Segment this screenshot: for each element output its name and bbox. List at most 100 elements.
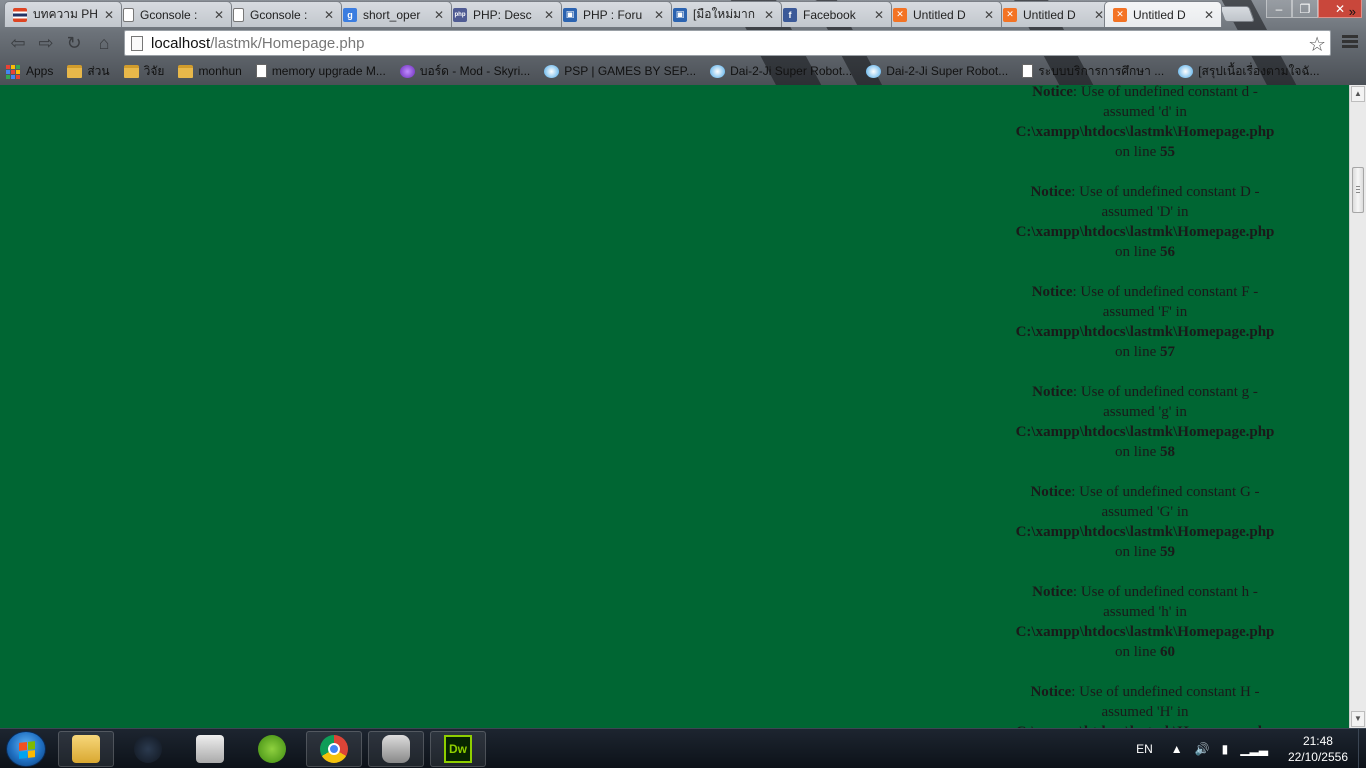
back-icon[interactable]: ⇦ xyxy=(6,32,30,54)
windows-logo-icon xyxy=(19,741,35,759)
close-tab-icon[interactable]: ✕ xyxy=(103,8,115,22)
notice-line-prefix: on line xyxy=(1115,544,1157,560)
bookmark-label: memory upgrade M... xyxy=(271,64,386,78)
close-tab-icon[interactable]: ✕ xyxy=(213,8,225,22)
tab-title: Facebook xyxy=(803,7,856,22)
bookmark-label: ระบบบริการการศึกษา ... xyxy=(1038,63,1165,78)
new-tab-button[interactable] xyxy=(1219,6,1255,22)
notice-file-path: C:\xampp\htdocs\lastmk\Homepage.php xyxy=(1015,424,1275,440)
reload-icon[interactable]: ↻ xyxy=(62,32,86,54)
chrome-icon xyxy=(320,735,348,763)
battery-icon[interactable]: ▮ xyxy=(1222,742,1229,756)
taskbar-item-dreamweaver[interactable]: Dw xyxy=(430,731,486,767)
forum-icon: ▣ xyxy=(563,7,577,22)
notice-label: Notice xyxy=(1031,284,1073,300)
php-notice: Notice: Use of undefined constant F - as… xyxy=(1005,282,1285,362)
php-notice: Notice: Use of undefined constant d - as… xyxy=(1005,85,1285,162)
minimize-icon[interactable]: – xyxy=(1266,0,1292,18)
tab-7[interactable]: f Facebook ✕ xyxy=(774,1,892,27)
tab-6[interactable]: ▣ [มือใหม่มาก ✕ xyxy=(664,1,782,27)
bookmark-star-icon[interactable]: ☆ xyxy=(1308,32,1326,57)
close-tab-icon[interactable]: ✕ xyxy=(543,8,555,22)
bookmark-2[interactable]: วิจัย xyxy=(123,62,164,81)
taskbar-item-media-player-classic[interactable] xyxy=(182,731,238,767)
address-bar[interactable]: localhost/lastmk/Homepage.php ☆ xyxy=(124,30,1331,56)
notice-file-path: C:\xampp\htdocs\lastmk\Homepage.php xyxy=(1015,624,1275,640)
bookmark-5[interactable]: บอร์ด - Mod - Skyri... xyxy=(399,62,530,81)
taskbar-item-chrome[interactable] xyxy=(306,731,362,767)
close-tab-icon[interactable]: ✕ xyxy=(653,8,665,22)
bookmark-10[interactable]: [สรุปเนื้อเรื่องตามใจฉั... xyxy=(1178,62,1320,81)
snowflake-icon xyxy=(866,64,882,78)
taskbar-item-utorrent[interactable] xyxy=(244,731,300,767)
home-icon[interactable]: ⌂ xyxy=(92,32,116,54)
forum-icon: ▣ xyxy=(673,7,687,22)
tray-expand-icon[interactable]: ▲ xyxy=(1171,742,1183,756)
close-tab-icon[interactable]: ✕ xyxy=(873,8,885,22)
php-notice: Notice: Use of undefined constant h - as… xyxy=(1005,582,1285,662)
tab-0[interactable]: บทความ PH ✕ xyxy=(4,1,122,27)
bookmark-6[interactable]: PSP | GAMES BY SEP... xyxy=(544,64,696,78)
close-tab-icon[interactable]: ✕ xyxy=(763,8,775,22)
close-tab-icon[interactable]: ✕ xyxy=(983,8,995,22)
scroll-down-icon[interactable]: ▼ xyxy=(1351,711,1365,727)
show-desktop-button[interactable] xyxy=(1358,729,1366,768)
bookmark-label: monhun xyxy=(198,64,242,78)
php-icon: php xyxy=(453,7,467,22)
tab-9[interactable]: ✕ Untitled D ✕ xyxy=(994,1,1112,27)
notice-file-path: C:\xampp\htdocs\lastmk\Homepage.php xyxy=(1015,124,1275,140)
tab-1[interactable]: Gconsole : ✕ xyxy=(114,1,232,27)
tab-4[interactable]: php PHP: Desc ✕ xyxy=(444,1,562,27)
tab-10[interactable]: ✕ Untitled D ✕ xyxy=(1104,1,1222,27)
forward-icon[interactable]: ⇨ xyxy=(34,32,58,54)
bookmark-8[interactable]: Dai-2-Ji Super Robot... xyxy=(866,64,1008,78)
close-tab-icon[interactable]: ✕ xyxy=(433,8,445,22)
tab-title: PHP: Desc xyxy=(473,7,532,22)
bookmark-1[interactable]: ส่วน xyxy=(67,62,110,81)
restore-icon[interactable]: ❐ xyxy=(1292,0,1318,18)
clock-date: 22/10/2556 xyxy=(1287,750,1348,764)
notice-line-prefix: on line xyxy=(1115,444,1157,460)
bookmark-7[interactable]: Dai-2-Ji Super Robot... xyxy=(710,64,852,78)
scrollbar-thumb[interactable] xyxy=(1352,167,1364,213)
taskbar-item-steam[interactable] xyxy=(120,731,176,767)
google-icon: g xyxy=(343,7,357,22)
taskbar-item-gamepad[interactable] xyxy=(368,731,424,767)
bookmark-4[interactable]: memory upgrade M... xyxy=(255,64,386,78)
scroll-up-icon[interactable]: ▲ xyxy=(1351,86,1365,102)
clock[interactable]: 21:48 22/10/2556 xyxy=(1288,733,1348,765)
php-notice: Notice: Use of undefined constant H - as… xyxy=(1005,682,1285,728)
language-indicator[interactable]: EN xyxy=(1136,742,1153,756)
bookmark-9[interactable]: ระบบบริการการศึกษา ... xyxy=(1022,62,1164,81)
close-tab-icon[interactable]: ✕ xyxy=(1203,8,1215,22)
bookmarks-overflow-icon[interactable]: » xyxy=(1349,4,1356,19)
bookmark-0[interactable]: Apps xyxy=(6,64,53,79)
page-viewport: Notice: Use of undefined constant d - as… xyxy=(0,85,1349,728)
network-signal-icon[interactable]: ▁▂▃ xyxy=(1240,742,1268,756)
chrome-menu-icon[interactable] xyxy=(1342,33,1358,51)
dreamweaver-icon: Dw xyxy=(444,735,472,763)
notice-label: Notice xyxy=(1030,684,1072,700)
close-tab-icon[interactable]: ✕ xyxy=(323,8,335,22)
system-tray: EN ▲ 🔊 ▮ ▁▂▃ 21:48 22/10/2556 xyxy=(1136,729,1356,768)
notice-file-path: C:\xampp\htdocs\lastmk\Homepage.php xyxy=(1015,524,1275,540)
tab-3[interactable]: g short_oper ✕ xyxy=(334,1,452,27)
php-notice: Notice: Use of undefined constant g - as… xyxy=(1005,382,1285,462)
thai-flag-icon xyxy=(13,7,27,22)
notice-line-number: 60 xyxy=(1160,644,1175,660)
vertical-scrollbar[interactable]: ▲ ▼ xyxy=(1349,85,1366,728)
notice-label: Notice xyxy=(1030,484,1072,500)
volume-icon[interactable]: 🔊 xyxy=(1195,742,1210,756)
notice-message: : Use of undefined constant g - assumed … xyxy=(1072,384,1258,420)
notice-file-path: C:\xampp\htdocs\lastmk\Homepage.php xyxy=(1015,224,1275,240)
bookmark-3[interactable]: monhun xyxy=(178,64,242,78)
start-button[interactable] xyxy=(6,731,46,767)
taskbar-item-explorer[interactable] xyxy=(58,731,114,767)
tab-2[interactable]: Gconsole : ✕ xyxy=(224,1,342,27)
utorrent-icon xyxy=(258,735,286,763)
tab-5[interactable]: ▣ PHP : Foru ✕ xyxy=(554,1,672,27)
tab-8[interactable]: ✕ Untitled D ✕ xyxy=(884,1,1002,27)
notice-label: Notice xyxy=(1032,85,1073,100)
notice-message: : Use of undefined constant d - assumed … xyxy=(1072,85,1258,120)
notice-line-prefix: on line xyxy=(1115,244,1157,260)
